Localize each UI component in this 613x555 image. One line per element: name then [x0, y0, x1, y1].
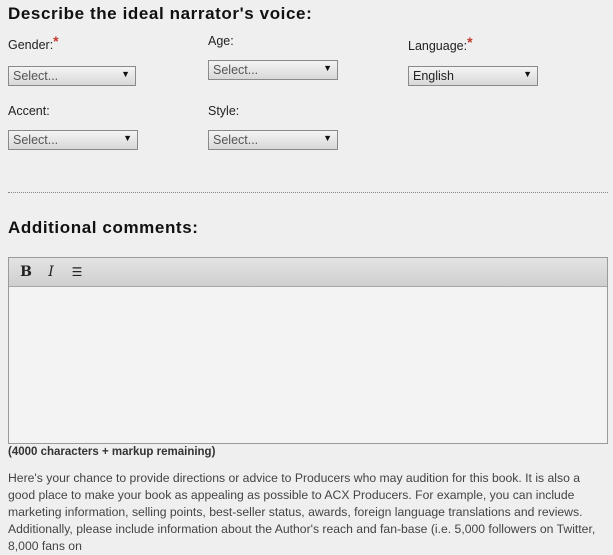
bulleted-list-icon[interactable]: ☰ [67, 263, 87, 281]
language-select[interactable]: English ▼ [408, 66, 538, 86]
language-label-text: Language: [408, 39, 468, 53]
gender-select[interactable]: Select... ▼ [8, 66, 136, 86]
style-select-value: Select... [213, 133, 259, 147]
italic-icon[interactable]: I [41, 263, 61, 281]
accent-select-value: Select... [13, 133, 59, 147]
section-divider [8, 192, 608, 193]
accent-select[interactable]: Select... ▼ [8, 130, 138, 150]
bold-icon[interactable]: B [16, 263, 36, 281]
gender-select-value: Select... [13, 69, 59, 83]
style-select[interactable]: Select... ▼ [208, 130, 338, 150]
required-mark: * [53, 33, 59, 49]
required-mark: * [467, 34, 473, 50]
accent-label: Accent: [8, 104, 50, 118]
comments-editor: B I ☰ [8, 257, 608, 444]
gender-label-text: Gender: [8, 38, 54, 52]
comments-section-title: Additional comments: [8, 218, 199, 237]
comments-textarea[interactable] [9, 287, 607, 443]
help-text: Here's your chance to provide directions… [8, 471, 596, 553]
language-select-value: English [413, 69, 454, 83]
narrator-section-title: Describe the ideal narrator's voice: [8, 4, 313, 23]
gender-label: Gender:* [8, 33, 59, 52]
age-label: Age: [208, 34, 234, 48]
style-label: Style: [208, 104, 240, 118]
age-select[interactable]: Select... ▼ [208, 60, 338, 80]
chevron-down-icon: ▼ [523, 69, 532, 79]
language-label: Language:* [408, 34, 473, 53]
chevron-down-icon: ▼ [323, 133, 332, 143]
chevron-down-icon: ▼ [123, 133, 132, 143]
chevron-down-icon: ▼ [121, 69, 130, 79]
age-select-value: Select... [213, 63, 259, 77]
editor-toolbar: B I ☰ [9, 258, 607, 287]
characters-remaining: (4000 characters + markup remaining) [8, 446, 216, 458]
chevron-down-icon: ▼ [323, 63, 332, 73]
